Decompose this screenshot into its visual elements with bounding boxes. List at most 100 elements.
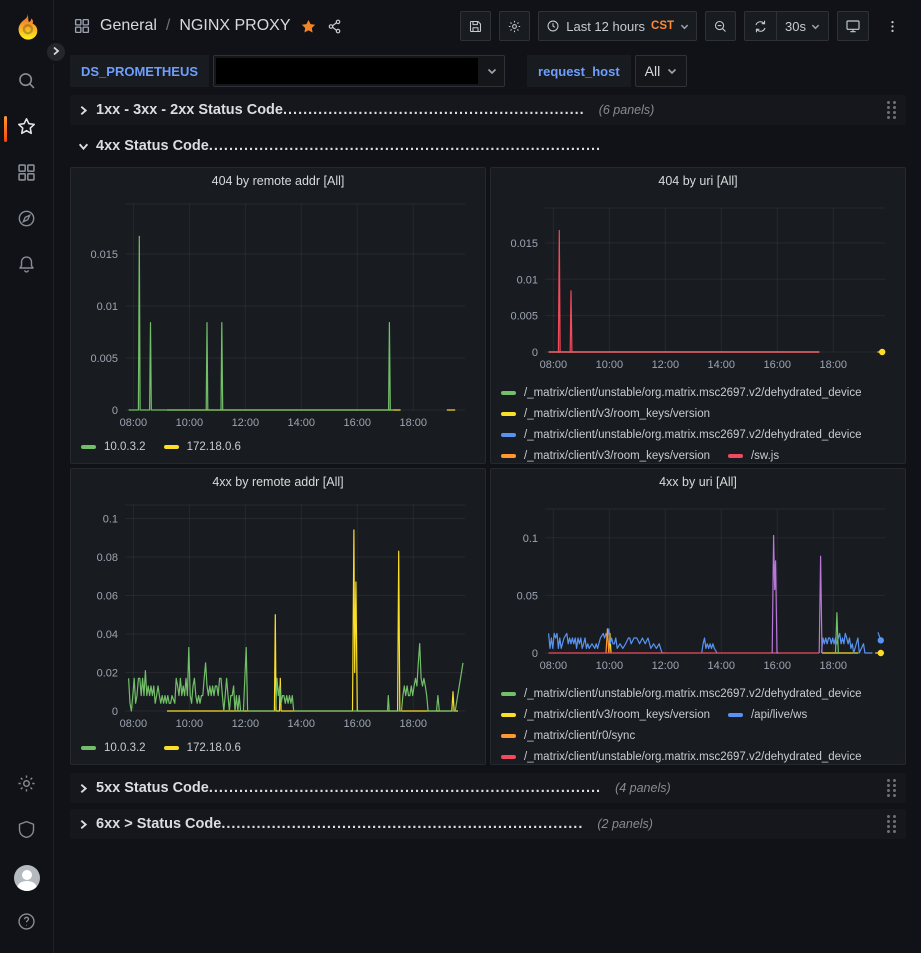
legend-item[interactable]: /_matrix/client/v3/room_keys/version (501, 450, 710, 462)
panels-grid: 404 by remote addr [All] 00.0050.010.015… (70, 167, 906, 765)
legend-item[interactable]: 172.18.0.6 (164, 441, 241, 453)
breadcrumb-separator: / (166, 17, 170, 35)
sidebar-item-explore[interactable] (0, 198, 54, 244)
chart[interactable]: 00.0050.010.01508:0010:0012:0014:0016:00… (71, 194, 485, 439)
request-host-variable-select[interactable]: All (635, 55, 688, 87)
x-tick-label: 08:00 (540, 359, 568, 371)
chevron-right-icon (78, 783, 89, 794)
dashboard-settings-button[interactable] (499, 11, 530, 41)
x-tick-label: 10:00 (176, 417, 204, 429)
dashboard-grid-icon[interactable] (73, 17, 91, 35)
breadcrumb-folder[interactable]: General (100, 17, 157, 35)
row-header-5xx[interactable]: 5xx Status Code ........................… (70, 773, 906, 803)
legend-item[interactable]: /_matrix/client/r0/sync (501, 730, 635, 742)
legend-item[interactable]: 10.0.3.2 (81, 742, 146, 754)
panel-title[interactable]: 4xx by uri [All] (491, 469, 905, 495)
time-zone-label: CST (651, 20, 674, 32)
dashboard-content: 1xx - 3xx - 2xx Status Code ............… (54, 90, 921, 839)
y-tick-label: 0.01 (97, 301, 118, 313)
share-icon[interactable] (326, 18, 343, 35)
y-tick-label: 0.05 (517, 590, 538, 602)
row-drag-handle[interactable] (887, 779, 896, 797)
series-line (836, 613, 839, 653)
legend-label: /_matrix/client/v3/room_keys/version (524, 709, 710, 721)
x-tick-label: 14:00 (288, 417, 316, 429)
chart[interactable]: 00.020.040.060.080.108:0010:0012:0014:00… (71, 495, 485, 740)
legend-label: /_matrix/client/unstable/org.matrix.msc2… (524, 751, 862, 763)
refresh-interval-value: 30s (785, 19, 806, 34)
kebab-menu-button[interactable] (877, 11, 907, 41)
row-drag-handle[interactable] (887, 815, 896, 833)
legend-swatch (501, 412, 516, 416)
legend-item[interactable]: /_matrix/client/unstable/org.matrix.msc2… (501, 429, 862, 441)
row-header-6xx[interactable]: 6xx > Status Code ......................… (70, 809, 906, 839)
sidebar-item-alerting[interactable] (0, 244, 54, 290)
legend-item[interactable]: /_matrix/client/v3/room_keys/version (501, 408, 710, 420)
zoom-out-button[interactable] (705, 11, 736, 41)
chevron-down-icon (78, 141, 89, 152)
legend-item[interactable]: /_matrix/client/unstable/org.matrix.msc2… (501, 387, 862, 399)
sidebar-item-server-admin[interactable] (0, 809, 54, 855)
legend-label: /_matrix/client/r0/sync (524, 730, 635, 742)
panel-legend: 10.0.3.2 172.18.0.6 (71, 441, 485, 462)
datasource-variable-select[interactable] (213, 55, 505, 87)
legend-item[interactable]: /_matrix/client/unstable/org.matrix.msc2… (501, 688, 862, 700)
legend-label: /sw.js (751, 450, 779, 462)
legend-swatch (501, 734, 516, 738)
save-dashboard-button[interactable] (460, 11, 491, 41)
chevron-right-icon (78, 819, 89, 830)
panel-title[interactable]: 4xx by remote addr [All] (71, 469, 485, 495)
apps-grid-icon (16, 162, 37, 188)
sidebar-item-profile[interactable] (0, 855, 54, 901)
panel-title[interactable]: 404 by remote addr [All] (71, 168, 485, 194)
legend-item[interactable]: /_matrix/client/unstable/org.matrix.msc2… (501, 751, 862, 763)
refresh-interval-select[interactable]: 30s (776, 12, 828, 40)
sidebar-item-dashboards[interactable] (0, 152, 54, 198)
x-tick-label: 16:00 (763, 660, 791, 672)
row-panel-count: (2 panels) (597, 817, 653, 831)
y-tick-label: 0 (112, 405, 118, 417)
sidebar-expand-button[interactable] (44, 40, 68, 64)
grid: 00.0050.010.01508:0010:0012:0014:0016:00… (90, 204, 465, 429)
y-tick-label: 0.06 (97, 590, 118, 602)
y-tick-label: 0.005 (510, 311, 538, 323)
request-host-variable-label[interactable]: request_host (527, 55, 631, 87)
panel-title[interactable]: 404 by uri [All] (491, 168, 905, 194)
series-line (702, 638, 717, 653)
legend-label: /_matrix/client/unstable/org.matrix.msc2… (524, 429, 862, 441)
sidebar-item-help[interactable] (0, 901, 54, 947)
sidebar-bottom (0, 763, 54, 947)
legend-label: 172.18.0.6 (187, 441, 241, 453)
grafana-logo[interactable] (12, 11, 42, 46)
time-range-picker[interactable]: Last 12 hours CST (538, 11, 697, 41)
legend-item[interactable]: /sw.js (728, 450, 779, 462)
y-tick-label: 0.1 (523, 533, 538, 545)
legend-item[interactable]: /_matrix/client/v3/room_keys/version (501, 709, 710, 721)
page-title[interactable]: NGINX PROXY (179, 17, 290, 35)
legend-item[interactable]: 10.0.3.2 (81, 441, 146, 453)
series-line (819, 556, 822, 653)
shield-icon (16, 819, 37, 845)
row-drag-handle[interactable] (887, 101, 896, 119)
compass-icon (16, 208, 37, 234)
sidebar-item-search[interactable] (0, 60, 54, 106)
refresh-button-group: 30s (744, 11, 829, 41)
row-header-4xx[interactable]: 4xx Status Code ........................… (70, 131, 906, 161)
y-tick-label: 0.01 (517, 274, 538, 286)
datasource-variable-label[interactable]: DS_PROMETHEUS (70, 55, 209, 87)
legend-swatch (501, 692, 516, 696)
chart[interactable]: 00.0050.010.01508:0010:0012:0014:0016:00… (491, 194, 905, 381)
panel-4xx-by-remote-addr: 4xx by remote addr [All] 00.020.040.060.… (70, 468, 486, 765)
legend-item[interactable]: 172.18.0.6 (164, 742, 241, 754)
legend-item[interactable]: /api/live/ws (728, 709, 807, 721)
panel-legend: /_matrix/client/unstable/org.matrix.msc2… (491, 688, 905, 765)
row-header-1xx-3xx-2xx[interactable]: 1xx - 3xx - 2xx Status Code ............… (70, 95, 906, 125)
refresh-button[interactable] (745, 12, 776, 40)
sidebar-item-configuration[interactable] (0, 763, 54, 809)
favorite-star-icon[interactable] (300, 18, 317, 35)
chart[interactable]: 00.050.108:0010:0012:0014:0016:0018:00 (491, 495, 905, 682)
sidebar-item-starred[interactable] (0, 106, 54, 152)
legend-label: 10.0.3.2 (104, 441, 146, 453)
row-title-dots: ........................................… (221, 816, 583, 832)
cycle-view-mode-button[interactable] (837, 11, 869, 41)
